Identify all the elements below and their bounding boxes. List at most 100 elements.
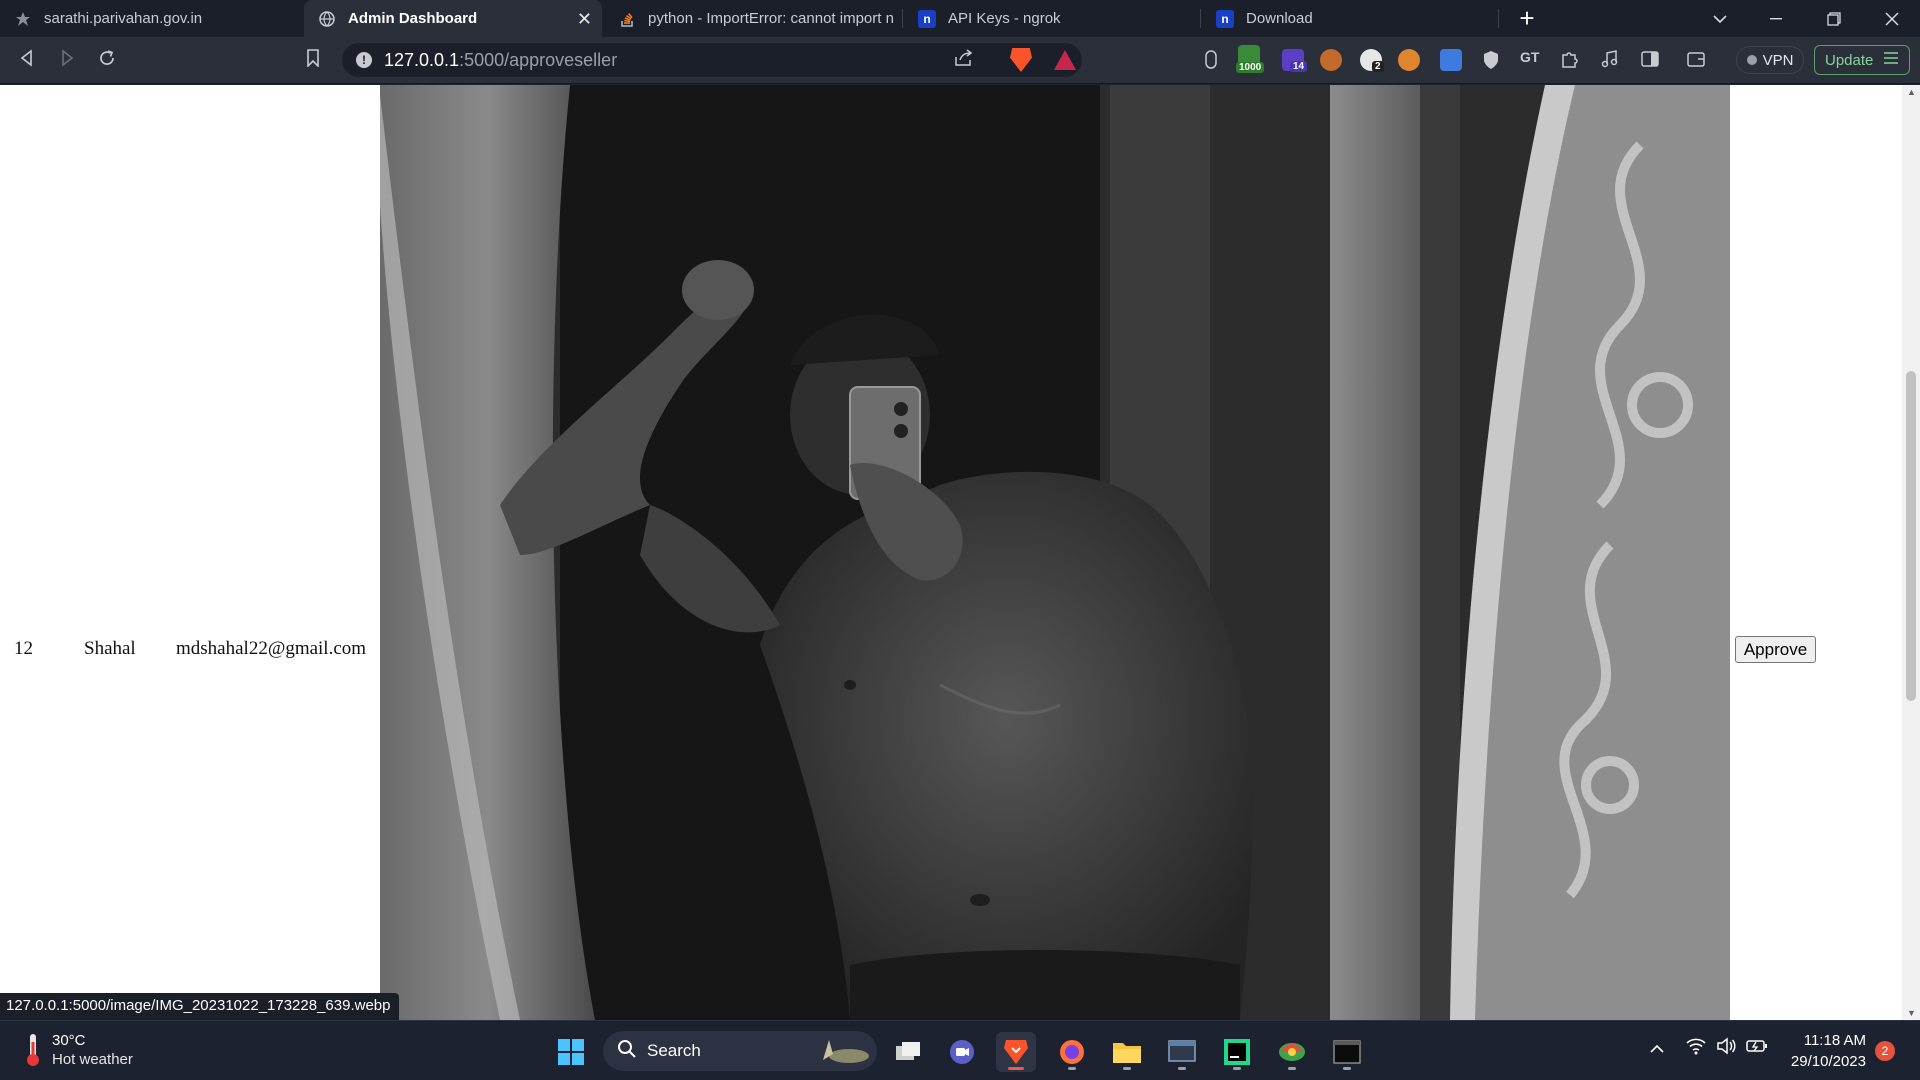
pycharm-icon[interactable] (1217, 1032, 1257, 1072)
volume-icon[interactable] (1716, 1037, 1736, 1060)
weather-temp: 30°C (52, 1032, 86, 1049)
globe-icon (318, 10, 336, 28)
wallet-icon[interactable] (1686, 49, 1708, 71)
brave-rewards-icon[interactable] (1054, 50, 1076, 70)
orange-extension-icon[interactable] (1398, 49, 1420, 71)
page-content: 12 Shahal mdshahal22@gmail.com Approve (0, 85, 1902, 1020)
update-button[interactable]: Update (1814, 45, 1910, 75)
tab-title: Admin Dashboard (348, 10, 478, 27)
mouse-extension-icon[interactable] (1200, 49, 1222, 71)
running-indicator (1123, 1067, 1131, 1070)
mysql-workbench-icon[interactable] (1162, 1032, 1202, 1072)
colorful-app-icon[interactable] (1272, 1032, 1312, 1072)
running-indicator (1233, 1067, 1241, 1070)
music-icon[interactable] (1600, 49, 1622, 71)
tab-sarathi[interactable]: sarathi.parivahan.gov.in (0, 0, 300, 37)
scrollbar-thumb[interactable] (1906, 371, 1916, 701)
notification-badge[interactable]: 2 (1875, 1041, 1895, 1061)
tab-separator (902, 9, 903, 28)
thermometer-icon (24, 1032, 42, 1068)
puzzle-extensions-icon[interactable] (1560, 49, 1582, 71)
extension-badge: 14 (1290, 61, 1308, 72)
weather-widget[interactable]: 30°C Hot weather (24, 1032, 133, 1068)
counter-badge: 1000 (1236, 62, 1265, 73)
running-indicator (1068, 1067, 1076, 1070)
page-scrollbar[interactable]: ▲ ▼ (1902, 85, 1920, 1020)
seller-id: 12 (14, 638, 33, 659)
vpn-button[interactable]: VPN (1736, 46, 1804, 74)
back-icon[interactable] (14, 48, 40, 74)
tab-title: API Keys - ngrok (948, 10, 1061, 27)
battery-icon[interactable] (1746, 1038, 1768, 1058)
task-view-icon[interactable] (888, 1032, 928, 1072)
share-icon[interactable] (954, 49, 974, 72)
minimize-icon[interactable] (1748, 0, 1804, 37)
tab-title: Download (1246, 10, 1313, 27)
terminal-icon[interactable] (1327, 1032, 1367, 1072)
tab-download[interactable]: n Download (1202, 0, 1498, 37)
reload-icon[interactable] (94, 48, 120, 74)
gt-extension-icon[interactable]: GT (1520, 49, 1542, 71)
tab-admin-dashboard[interactable]: Admin Dashboard ✕ (304, 0, 602, 37)
seller-email: mdshahal22@gmail.com (176, 638, 367, 659)
brave-browser-taskbar-icon[interactable] (996, 1032, 1036, 1072)
tab-ngrok-api-keys[interactable]: n API Keys - ngrok (904, 0, 1200, 37)
translate-extension-icon[interactable] (1440, 49, 1462, 71)
active-indicator (1008, 1067, 1024, 1070)
tab-title: python - ImportError: cannot import n (648, 10, 894, 27)
tab-search-chevron-icon[interactable] (1692, 0, 1748, 37)
menu-icon (1883, 51, 1899, 69)
purple-extension-icon[interactable]: 14 (1282, 49, 1308, 72)
taskbar-search[interactable]: Search (603, 1031, 877, 1071)
tab-separator (1498, 9, 1499, 28)
vpn-label: VPN (1762, 51, 1794, 69)
running-indicator (1343, 1067, 1351, 1070)
running-indicator (1288, 1067, 1296, 1070)
cookie-extension-icon[interactable] (1320, 49, 1342, 71)
tray-overflow-chevron-icon[interactable] (1650, 1039, 1664, 1059)
brave-shields-icon[interactable] (1010, 48, 1032, 72)
teams-chat-icon[interactable] (942, 1032, 982, 1072)
clock-date: 29/10/2023 (1790, 1053, 1866, 1070)
seller-document-image[interactable] (380, 85, 1730, 1020)
scroll-down-icon[interactable]: ▼ (1907, 1008, 1916, 1018)
approve-button[interactable]: Approve (1735, 636, 1816, 663)
bookmark-icon[interactable] (300, 48, 326, 74)
gov-emblem-icon (14, 10, 32, 28)
vpn-status-icon (1746, 55, 1757, 65)
close-tab-icon[interactable]: ✕ (577, 9, 592, 30)
search-icon (617, 1039, 637, 1064)
browser-toolbar: ! 127.0.0.1:5000/approveseller 1000 14 2… (0, 37, 1920, 84)
start-windows-icon[interactable] (551, 1032, 591, 1072)
tab-separator (1200, 9, 1201, 28)
windows-taskbar: 30°C Hot weather Search 11:18 AM 29/10/2… (0, 1020, 1920, 1080)
restore-icon[interactable] (1806, 0, 1862, 37)
cloud-extension-icon[interactable]: 2 (1360, 49, 1384, 72)
search-highlight-icon (815, 1034, 871, 1069)
forward-icon[interactable] (54, 48, 80, 74)
stackoverflow-icon (618, 10, 636, 28)
tab-strip: sarathi.parivahan.gov.in Admin Dashboard… (0, 0, 1920, 37)
running-indicator (1178, 1067, 1186, 1070)
url-text: 127.0.0.1:5000/approveseller (384, 50, 618, 70)
counter-extension-icon[interactable]: 1000 (1236, 45, 1265, 73)
wifi-icon[interactable] (1686, 1037, 1706, 1060)
close-window-icon[interactable] (1864, 0, 1920, 37)
file-explorer-icon[interactable] (1107, 1032, 1147, 1072)
clock-time: 11:18 AM (1803, 1032, 1866, 1049)
shield-extension-icon[interactable] (1480, 49, 1502, 71)
new-tab-button[interactable]: + (1512, 4, 1542, 34)
ngrok-icon: n (1216, 9, 1234, 28)
scroll-up-icon[interactable]: ▲ (1907, 87, 1916, 97)
update-label: Update (1825, 51, 1874, 69)
ngrok-icon: n (918, 9, 936, 28)
system-clock[interactable]: 11:18 AM 29/10/2023 (1780, 1030, 1866, 1072)
site-info-icon[interactable]: ! (356, 52, 372, 68)
link-status-bar: 127.0.0.1:5000/image/IMG_20231022_173228… (0, 993, 399, 1020)
address-bar[interactable]: ! 127.0.0.1:5000/approveseller (342, 43, 1082, 77)
sidebar-toggle-icon[interactable] (1640, 49, 1662, 71)
tab-stackoverflow[interactable]: python - ImportError: cannot import n (604, 0, 900, 37)
firefox-icon[interactable] (1052, 1032, 1092, 1072)
extension-badge: 2 (1372, 61, 1384, 72)
seller-name: Shahal (84, 638, 136, 659)
